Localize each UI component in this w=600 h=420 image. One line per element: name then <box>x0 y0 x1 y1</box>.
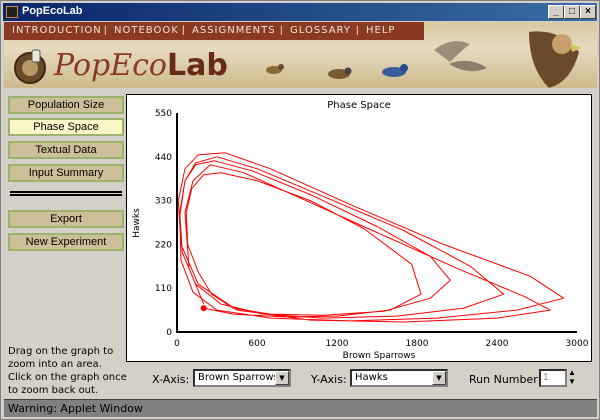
app-icon[interactable] <box>6 6 18 18</box>
banner: INTRODUCTION | NOTEBOOK | ASSIGNMENTS | … <box>4 22 597 88</box>
x-tick-label: 1200 <box>326 339 349 349</box>
maximize-button[interactable]: □ <box>564 5 580 19</box>
close-icon: × <box>585 6 591 17</box>
title-bar[interactable]: PopEcoLab _ □ × <box>3 3 597 21</box>
x-axis-label: Brown Sparrows <box>343 351 416 361</box>
input-summary-button[interactable]: Input Summary <box>8 164 124 182</box>
chevron-down-icon[interactable]: ▼ <box>275 371 289 385</box>
phase-space-button[interactable]: Phase Space <box>8 118 124 136</box>
goose-icon <box>434 41 487 72</box>
x-axis-select[interactable]: Brown Sparrows ▼ <box>193 369 291 387</box>
window-title: PopEcoLab <box>22 5 83 17</box>
nav-divider <box>10 191 122 196</box>
start-point-marker <box>200 305 207 312</box>
logo-icon <box>14 49 46 84</box>
sparrow-icon <box>328 67 352 79</box>
close-button[interactable]: × <box>580 5 596 19</box>
applet-window: PopEcoLab _ □ × INTRODUCTION | NOTEBOOK … <box>0 0 600 420</box>
run-number-input[interactable]: 1 <box>539 369 567 387</box>
x-axis-ticks: 0 600 1200 1800 2400 3000 <box>174 339 589 349</box>
app-logo-text: PopEcoLab <box>54 48 228 83</box>
maximize-icon: □ <box>568 6 576 17</box>
menu-separator: | <box>104 25 107 36</box>
run-number-stepper[interactable]: ▲ ▼ <box>567 368 577 388</box>
x-axis-select-value: Brown Sparrows <box>198 372 279 383</box>
x-tick-label: 2400 <box>486 339 509 349</box>
chevron-up-icon[interactable]: ▲ <box>567 368 577 377</box>
sparrow-icon <box>266 64 284 74</box>
logo-part-2: Lab <box>167 48 228 83</box>
y-axis-ticks: 0 110 220 330 440 550 <box>155 109 172 338</box>
export-button[interactable]: Export <box>8 210 124 228</box>
run-number-label: Run Number: <box>469 373 542 386</box>
logo-part-1: PopEco <box>54 48 167 83</box>
x-axis-control-label: X-Axis: <box>152 373 190 386</box>
population-size-button[interactable]: Population Size <box>8 96 124 114</box>
x-tick-label: 1800 <box>406 339 429 349</box>
menu-notebook[interactable]: NOTEBOOK <box>114 25 179 36</box>
y-tick-label: 0 <box>166 328 172 338</box>
menu-separator: | <box>182 25 185 36</box>
y-axis-control-label: Y-Axis: <box>311 373 347 386</box>
x-tick-label: 0 <box>174 339 180 349</box>
chevron-down-icon[interactable]: ▼ <box>432 371 446 385</box>
minimize-icon: _ <box>553 6 559 17</box>
y-tick-label: 440 <box>155 153 172 163</box>
textual-data-button[interactable]: Textual Data <box>8 141 124 159</box>
x-tick-label: 600 <box>248 339 265 349</box>
series-group <box>177 152 565 323</box>
bluejay-icon <box>382 64 408 77</box>
hawk-icon <box>529 31 582 88</box>
y-tick-label: 220 <box>155 240 172 250</box>
new-experiment-button[interactable]: New Experiment <box>8 233 124 251</box>
menu-introduction[interactable]: INTRODUCTION <box>12 25 102 36</box>
y-tick-label: 330 <box>155 197 172 207</box>
y-axis-select-value: Hawks <box>355 372 388 383</box>
phase-space-graph[interactable]: Phase Space 0 110 220 330 440 550 0 600 1200 180… <box>126 94 592 362</box>
phase-space-chart[interactable]: Phase Space 0 110 220 330 440 550 0 600 1200 180… <box>127 95 591 361</box>
y-tick-label: 550 <box>155 109 172 119</box>
x-tick-label: 3000 <box>566 339 589 349</box>
chart-title: Phase Space <box>327 100 391 111</box>
help-text: Drag on the graph to zoom into an area. … <box>8 346 127 396</box>
y-axis-label: Hawks <box>132 208 142 238</box>
status-bar: Warning: Applet Window <box>4 399 597 417</box>
chevron-down-icon[interactable]: ▼ <box>567 377 577 386</box>
y-tick-label: 110 <box>155 284 172 294</box>
phase-trajectory-line <box>177 152 565 323</box>
minimize-button[interactable]: _ <box>548 5 564 19</box>
birds-illustration <box>266 31 582 88</box>
y-axis-select[interactable]: Hawks ▼ <box>350 369 448 387</box>
